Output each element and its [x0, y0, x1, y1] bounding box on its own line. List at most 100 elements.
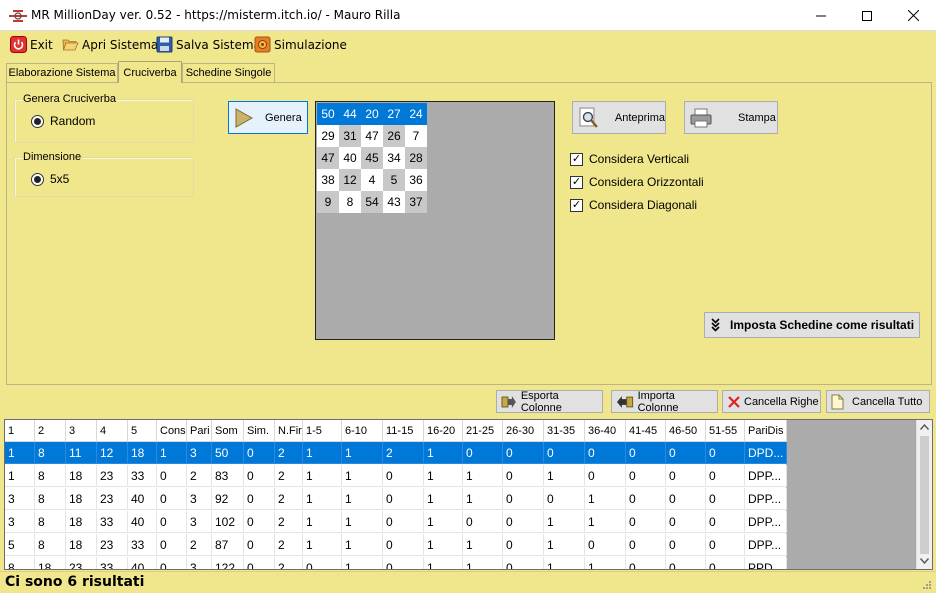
table-cell[interactable]: 0 [244, 465, 275, 487]
crossword-cell[interactable]: 43 [383, 191, 405, 213]
table-cell[interactable]: 0 [383, 488, 424, 510]
table-cell[interactable]: 23 [97, 488, 128, 510]
delete-all-button[interactable]: Cancella Tutto [826, 390, 930, 413]
tab-cruciverba[interactable]: Cruciverba [118, 61, 182, 83]
table-cell[interactable]: DPP... [745, 465, 787, 487]
check-vertical[interactable]: ✓ Considera Verticali [570, 152, 689, 166]
table-row[interactable]: 8 18 23 33 40 0 3 122 0 2 0 1 0 1 1 0 1 1 0 0 0 PPD... [5, 557, 787, 569]
table-cell[interactable]: 1 [342, 534, 383, 556]
table-cell[interactable]: 3 [5, 488, 35, 510]
table-cell[interactable]: 18 [66, 465, 97, 487]
column-header[interactable]: 51-55 [706, 420, 745, 442]
table-cell[interactable]: 0 [503, 442, 544, 464]
table-cell[interactable]: 5 [5, 534, 35, 556]
table-cell[interactable]: 1 [463, 488, 503, 510]
table-cell[interactable]: 0 [585, 465, 626, 487]
crossword-cell[interactable]: 45 [361, 147, 383, 169]
table-cell[interactable]: DPP... [745, 488, 787, 510]
table-cell[interactable]: 2 [275, 442, 303, 464]
table-cell[interactable]: 1 [544, 534, 585, 556]
table-cell[interactable]: 0 [626, 442, 666, 464]
table-cell[interactable]: 0 [157, 488, 187, 510]
table-cell[interactable]: 2 [275, 465, 303, 487]
table-cell[interactable]: 0 [463, 442, 503, 464]
table-cell[interactable]: 18 [66, 488, 97, 510]
column-header[interactable]: 31-35 [544, 420, 585, 442]
results-table[interactable]: 1 2 3 4 5 Cons Pari Som Sim. N.Fir 1-5 6-10 11-15 16-… [4, 419, 933, 570]
column-header[interactable]: 6-10 [342, 420, 383, 442]
table-cell[interactable]: 0 [706, 511, 745, 533]
crossword-cell[interactable]: 12 [339, 169, 361, 191]
crossword-cell[interactable]: 4 [361, 169, 383, 191]
table-cell[interactable]: 0 [244, 534, 275, 556]
table-cell[interactable]: 40 [128, 488, 157, 510]
table-cell[interactable]: 0 [666, 442, 706, 464]
crossword-cell[interactable]: 37 [405, 191, 427, 213]
table-cell[interactable]: 1 [342, 442, 383, 464]
menu-exit[interactable]: Exit [10, 35, 53, 54]
table-cell[interactable]: 8 [35, 442, 66, 464]
table-cell[interactable]: 1 [463, 534, 503, 556]
table-cell[interactable]: 0 [303, 557, 342, 569]
table-cell[interactable]: 1 [342, 488, 383, 510]
minimize-button[interactable] [798, 0, 844, 31]
table-cell[interactable]: PPD... [745, 557, 787, 569]
table-cell[interactable]: 0 [626, 465, 666, 487]
table-cell[interactable]: 0 [666, 488, 706, 510]
radio-size-5x5[interactable]: 5x5 [31, 172, 69, 186]
table-cell[interactable]: 33 [128, 534, 157, 556]
scroll-up-icon[interactable] [920, 424, 929, 430]
delete-rows-button[interactable]: Cancella Righe [722, 390, 821, 413]
table-cell[interactable]: 0 [463, 511, 503, 533]
crossword-cell[interactable]: 40 [339, 147, 361, 169]
table-cell[interactable]: 0 [157, 534, 187, 556]
table-cell[interactable]: 0 [706, 442, 745, 464]
column-header[interactable]: 41-45 [626, 420, 666, 442]
export-columns-button[interactable]: Esporta Colonne [496, 390, 603, 414]
table-cell[interactable]: 1 [303, 511, 342, 533]
table-cell[interactable]: 0 [503, 557, 544, 569]
table-cell[interactable]: 1 [463, 465, 503, 487]
table-cell[interactable]: 1 [544, 465, 585, 487]
table-row[interactable]: 3 8 18 23 40 0 3 92 0 2 1 1 0 1 1 0 0 1 0 0 0 DPP... [5, 488, 787, 510]
crossword-cell[interactable]: 47 [361, 125, 383, 147]
table-cell[interactable]: 1 [424, 488, 463, 510]
menu-simulation[interactable]: Simulazione [254, 35, 347, 54]
column-header[interactable]: 26-30 [503, 420, 544, 442]
table-cell[interactable]: 8 [35, 511, 66, 533]
table-cell[interactable]: 18 [66, 534, 97, 556]
generate-button[interactable]: Genera [228, 101, 308, 134]
table-cell[interactable]: 23 [97, 465, 128, 487]
table-cell[interactable]: 33 [97, 511, 128, 533]
table-cell[interactable]: 0 [585, 534, 626, 556]
menu-open-system[interactable]: Apri Sistema [62, 35, 158, 54]
crossword-cell[interactable]: 27 [383, 103, 405, 125]
column-header[interactable]: 21-25 [463, 420, 503, 442]
table-row[interactable]: 5 8 18 23 33 0 2 87 0 2 1 1 0 1 1 0 1 0 0 0 0 DPP... [5, 534, 787, 556]
check-horizontal[interactable]: ✓ Considera Orizzontali [570, 175, 704, 189]
table-cell[interactable]: 3 [187, 557, 212, 569]
table-cell[interactable]: 122 [212, 557, 244, 569]
table-cell[interactable]: 0 [585, 442, 626, 464]
table-cell[interactable]: 0 [706, 465, 745, 487]
tab-elaborazione-sistema[interactable]: Elaborazione Sistema [6, 63, 118, 82]
table-cell[interactable]: 87 [212, 534, 244, 556]
table-cell[interactable]: 1 [157, 442, 187, 464]
table-row[interactable]: 3 8 18 33 40 0 3 102 0 2 1 1 0 1 0 0 1 1 0 0 0 DPP... [5, 511, 787, 533]
resize-grip-icon[interactable] [922, 580, 932, 590]
table-cell[interactable]: 3 [187, 511, 212, 533]
table-cell[interactable]: 1 [303, 442, 342, 464]
table-cell[interactable]: 2 [275, 557, 303, 569]
table-cell[interactable]: 18 [66, 511, 97, 533]
table-cell[interactable]: DPP... [745, 534, 787, 556]
crossword-cell[interactable]: 31 [339, 125, 361, 147]
scroll-thumb[interactable] [920, 436, 929, 554]
table-cell[interactable]: 1 [303, 488, 342, 510]
table-cell[interactable]: 0 [626, 511, 666, 533]
table-cell[interactable]: 2 [187, 534, 212, 556]
crossword-cell[interactable]: 47 [317, 147, 339, 169]
column-header[interactable]: PariDis [745, 420, 787, 442]
table-cell[interactable]: 0 [503, 534, 544, 556]
table-cell[interactable]: 8 [5, 557, 35, 569]
column-header[interactable]: Pari [187, 420, 212, 442]
